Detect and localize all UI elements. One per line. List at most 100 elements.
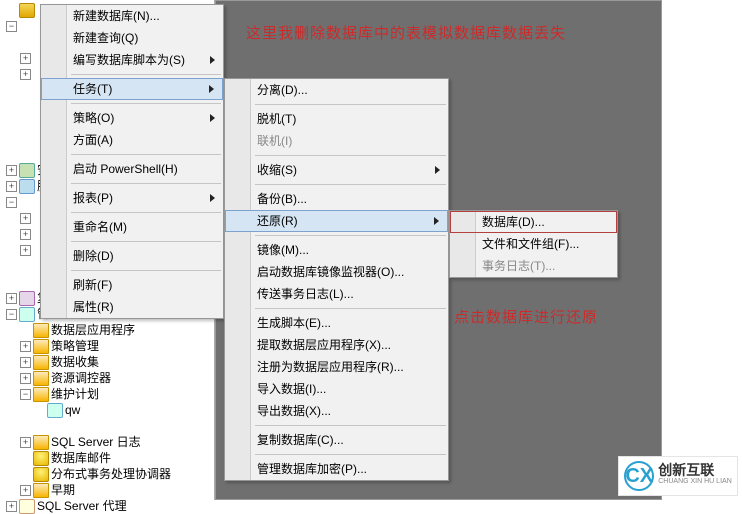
menu-item-label: 脱机(T) (257, 108, 296, 130)
menu-item-label: 策略(O) (73, 107, 114, 129)
menu-main-item[interactable]: 属性(R) (41, 296, 223, 318)
menu-item-label: 还原(R) (257, 211, 298, 231)
tree-expand-icon[interactable]: − (6, 197, 17, 208)
tree-node[interactable]: qw (0, 402, 214, 418)
folder-icon (33, 483, 49, 498)
menu-tasks-item[interactable]: 分离(D)... (225, 79, 448, 101)
tree-expand-icon[interactable]: + (20, 485, 31, 496)
context-menu-tasks: 分离(D)... 脱机(T)联机(I) 收缩(S) 备份(B)...还原(R) 镜像(M… (224, 78, 449, 481)
menu-main-item[interactable]: 策略(O) (41, 107, 223, 129)
tree-expand-icon[interactable]: − (20, 389, 31, 400)
menu-tasks-item[interactable]: 传送事务日志(L)... (225, 283, 448, 305)
tree-expand-icon[interactable]: − (6, 309, 17, 320)
menu-separator (255, 235, 446, 236)
tree-expand-icon[interactable]: + (6, 181, 17, 192)
menu-item-label: 注册为数据层应用程序(R)... (257, 356, 404, 378)
menu-main-item[interactable]: 启动 PowerShell(H) (41, 158, 223, 180)
tree-node[interactable]: 数据库邮件 (0, 450, 214, 466)
tree-expand-icon[interactable]: + (20, 357, 31, 368)
menu-tasks-item[interactable]: 还原(R) (225, 210, 448, 232)
menu-main-item[interactable]: 刷新(F) (41, 274, 223, 296)
menu-main-item[interactable]: 重命名(M) (41, 216, 223, 238)
menu-tasks-item[interactable]: 注册为数据层应用程序(R)... (225, 356, 448, 378)
tree-expand-icon[interactable]: + (6, 501, 17, 512)
tree-node[interactable]: + 策略管理 (0, 338, 214, 354)
menu-main-item[interactable]: 报表(P) (41, 187, 223, 209)
menu-tasks-item[interactable]: 生成脚本(E)... (225, 312, 448, 334)
menu-main-item[interactable]: 任务(T) (41, 78, 223, 100)
tree-node[interactable]: + 早期 (0, 482, 214, 498)
menu-restore-item[interactable]: 数据库(D)... (450, 211, 617, 233)
tree-expand-icon[interactable]: + (20, 437, 31, 448)
tree-node-label: 策略管理 (51, 338, 99, 354)
right-blank-panel (662, 0, 742, 500)
obj-icon (19, 179, 35, 194)
logo-mark: CX (625, 465, 653, 488)
tree-node[interactable]: + SQL Server 代理 (0, 498, 214, 514)
tree-expand-icon[interactable]: + (20, 373, 31, 384)
tree-node[interactable]: 分布式事务处理协调器 (0, 466, 214, 482)
menu-restore-item[interactable]: 文件和文件组(F)... (450, 233, 617, 255)
menu-tasks-item[interactable]: 备份(B)... (225, 188, 448, 210)
tree-expand-icon[interactable]: + (20, 69, 31, 80)
menu-separator (255, 155, 446, 156)
tree-node[interactable]: −维护计划 (0, 386, 214, 402)
menu-item-label: 启动数据库镜像监视器(O)... (257, 261, 404, 283)
tree-node-label: qw (65, 402, 80, 418)
menu-item-label: 编写数据库脚本为(S) (73, 49, 185, 71)
tree-node[interactable] (0, 418, 214, 434)
menu-tasks-item[interactable]: 启动数据库镜像监视器(O)... (225, 261, 448, 283)
menu-separator (71, 270, 221, 271)
tree-node-label: 数据收集 (51, 354, 99, 370)
tree-expand-icon[interactable]: + (6, 165, 17, 176)
menu-restore-item: 事务日志(T)... (450, 255, 617, 277)
annotation-top: 这里我删除数据库中的表模拟数据库数据丢失 (246, 22, 566, 43)
menu-tasks-item[interactable]: 导出数据(X)... (225, 400, 448, 422)
tree-expand-icon[interactable]: + (20, 245, 31, 256)
tree-node[interactable]: +资源调控器 (0, 370, 214, 386)
menu-tasks-item[interactable]: 收缩(S) (225, 159, 448, 181)
menu-item-label: 备份(B)... (257, 188, 307, 210)
menu-tasks-item[interactable]: 复制数据库(C)... (225, 429, 448, 451)
menu-main-item[interactable]: 编写数据库脚本为(S) (41, 49, 223, 71)
tree-expand-icon[interactable]: − (6, 21, 17, 32)
tree-node-label: 早期 (51, 482, 75, 498)
tree-node[interactable]: +SQL Server 日志 (0, 434, 214, 450)
menu-main-item[interactable]: 新建查询(Q) (41, 27, 223, 49)
menu-tasks-item[interactable]: 脱机(T) (225, 108, 448, 130)
logo-title: 创新互联 (658, 464, 732, 476)
menu-tasks-item[interactable]: 镜像(M)... (225, 239, 448, 261)
menu-item-label: 重命名(M) (73, 216, 127, 238)
rep-icon (19, 291, 35, 306)
tree-node-label: SQL Server 代理 (37, 498, 127, 514)
menu-item-label: 事务日志(T)... (482, 255, 555, 277)
menu-tasks-item[interactable]: 导入数据(I)... (225, 378, 448, 400)
logo-sub: CHUANG XIN HU LIAN (658, 476, 732, 488)
submenu-arrow-icon (210, 56, 215, 64)
menu-item-label: 收缩(S) (257, 159, 297, 181)
agent-icon (19, 499, 35, 514)
menu-main-item[interactable]: 方面(A) (41, 129, 223, 151)
tree-expand-icon[interactable]: + (20, 341, 31, 352)
tree-expand-icon[interactable]: + (20, 213, 31, 224)
tree-node-label: 数据层应用程序 (51, 322, 135, 338)
menu-main-item[interactable]: 删除(D) (41, 245, 223, 267)
menu-separator (255, 454, 446, 455)
tree-expand-icon[interactable]: + (20, 229, 31, 240)
menu-main-item[interactable]: 新建数据库(N)... (41, 5, 223, 27)
tree-node[interactable]: 数据层应用程序 (0, 322, 214, 338)
menu-item-label: 联机(I) (257, 130, 292, 152)
menu-separator (71, 154, 221, 155)
menu-item-label: 传送事务日志(L)... (257, 283, 354, 305)
tree-node[interactable]: + 数据收集 (0, 354, 214, 370)
annotation-bottom: 点击数据库进行还原 (454, 306, 598, 327)
menu-item-label: 新建数据库(N)... (73, 5, 160, 27)
menu-item-label: 分离(D)... (257, 79, 308, 101)
menu-item-label: 刷新(F) (73, 274, 112, 296)
tree-expand-icon[interactable]: + (20, 53, 31, 64)
menu-tasks-item[interactable]: 提取数据层应用程序(X)... (225, 334, 448, 356)
tree-expand-icon[interactable]: + (6, 293, 17, 304)
menu-tasks-item[interactable]: 管理数据库加密(P)... (225, 458, 448, 480)
tree-node-label: 数据库邮件 (51, 450, 111, 466)
menu-item-label: 数据库(D)... (482, 212, 545, 232)
